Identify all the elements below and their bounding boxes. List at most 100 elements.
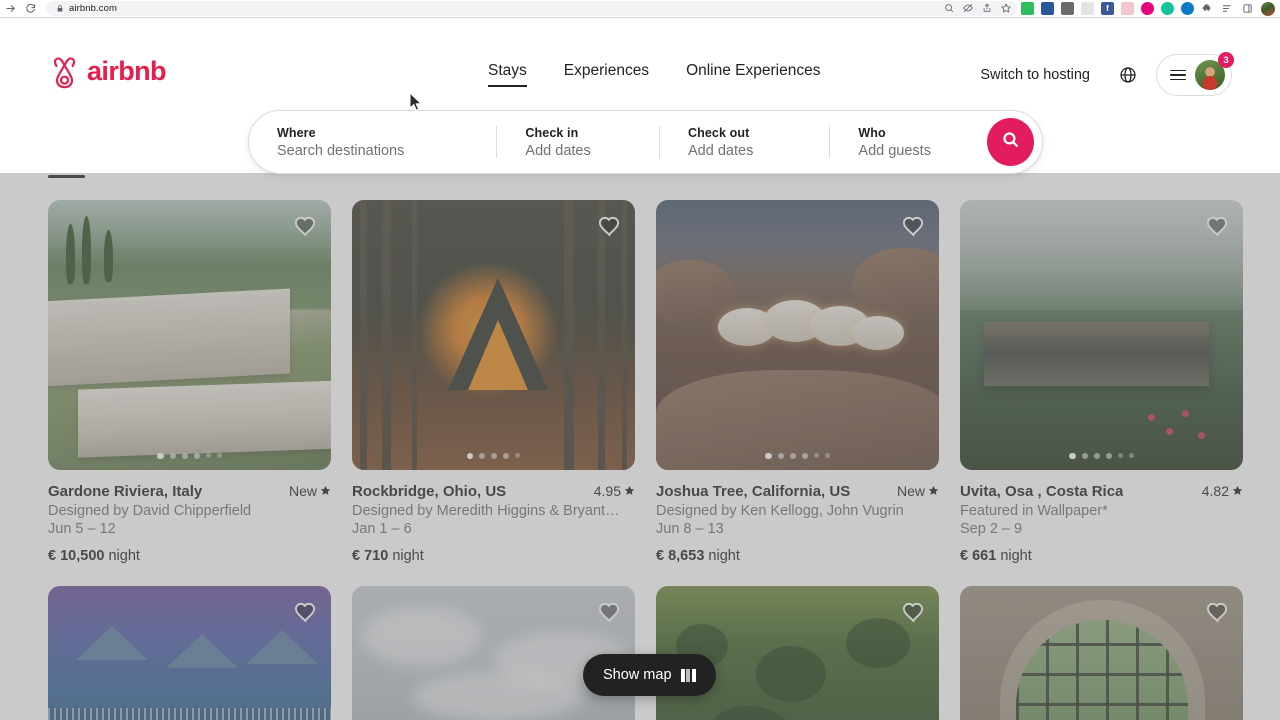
search-who-label: Who (858, 125, 886, 140)
tab-online-experiences[interactable]: Online Experiences (686, 62, 820, 87)
listing-image[interactable] (48, 586, 331, 720)
tab-stays[interactable]: Stays (488, 62, 527, 87)
star-icon (1232, 483, 1243, 499)
listing-image[interactable] (960, 586, 1243, 720)
listing-image[interactable] (656, 200, 939, 470)
reload-icon[interactable] (20, 0, 40, 18)
listing-image[interactable] (352, 586, 635, 720)
listing-image[interactable] (656, 586, 939, 720)
grayscale-extension-icon[interactable] (1061, 2, 1074, 15)
listing-rating: New (889, 483, 939, 499)
search-checkin-label: Check in (525, 125, 579, 140)
magenta-extension-icon[interactable] (1141, 2, 1154, 15)
notification-badge: 3 (1218, 52, 1234, 68)
listing-price: € 661 night (960, 548, 1032, 564)
image-carousel-dots[interactable] (352, 452, 635, 459)
search-checkout-label: Check out (688, 125, 750, 140)
hamburger-menu-icon (1170, 69, 1186, 81)
listing-card[interactable] (48, 586, 331, 720)
listing-dates: Jun 8 – 13 (656, 521, 724, 537)
clock-extension-icon[interactable] (1181, 2, 1194, 15)
search-checkout-value: Add dates (688, 142, 754, 159)
listing-price: € 710 night (352, 548, 424, 564)
listing-rating: New (281, 483, 331, 499)
search-who-value: Add guests (858, 142, 931, 159)
listing-grid: Gardone Riviera, Italy New Designed by D… (48, 200, 1243, 720)
browser-profile-avatar[interactable] (1261, 1, 1275, 16)
address-bar[interactable]: airbnb.com (46, 1, 1017, 16)
favorite-heart-icon[interactable] (597, 600, 621, 624)
favorite-heart-icon[interactable] (597, 214, 621, 238)
favorite-heart-icon[interactable] (901, 214, 925, 238)
show-map-label: Show map (603, 667, 672, 683)
listing-card[interactable]: Joshua Tree, California, US New Designed… (656, 200, 939, 564)
loading-extension-icon[interactable] (1081, 2, 1094, 15)
facebook-extension-icon[interactable]: f (1101, 2, 1114, 15)
search-submit-button[interactable] (987, 118, 1034, 166)
lock-icon (56, 4, 64, 13)
search-bar: Where Search destinations Check in Add d… (248, 110, 1043, 174)
listing-rating: 4.82 (1194, 483, 1243, 499)
reading-list-icon[interactable] (1221, 2, 1234, 15)
eye-slash-icon[interactable] (963, 0, 973, 18)
account-menu-button[interactable]: 3 (1156, 52, 1234, 96)
search-checkin-value: Add dates (525, 142, 591, 159)
tab-experiences[interactable]: Experiences (564, 62, 649, 87)
image-carousel-dots[interactable] (960, 452, 1243, 459)
listing-image[interactable] (352, 200, 635, 470)
listing-dates: Jun 5 – 12 (48, 521, 116, 537)
image-carousel-dots[interactable] (48, 452, 331, 459)
listing-image[interactable] (960, 200, 1243, 470)
listing-title-row: Gardone Riviera, Italy New (48, 483, 331, 500)
listing-title: Joshua Tree, California, US (656, 483, 851, 500)
grammarly-extension-icon[interactable] (1161, 2, 1174, 15)
zoom-icon[interactable] (944, 0, 954, 18)
image-carousel-dots[interactable] (656, 452, 939, 459)
search-checkin-field[interactable]: Check in Add dates (497, 111, 659, 173)
listing-card[interactable] (656, 586, 939, 720)
search-checkout-field[interactable]: Check out Add dates (660, 111, 829, 173)
favorite-heart-icon[interactable] (293, 214, 317, 238)
listing-card[interactable]: Rockbridge, Ohio, US 4.95 Designed by Me… (352, 200, 635, 564)
listing-rating: 4.95 (586, 483, 635, 499)
outlook-extension-icon[interactable] (1041, 2, 1054, 15)
extension-icons: f (1021, 1, 1280, 16)
listing-subtitle: Designed by Ken Kellogg, John Vugrin (656, 503, 904, 519)
puzzle-extensions-icon[interactable] (1201, 2, 1214, 15)
favorite-heart-icon[interactable] (293, 600, 317, 624)
favorite-heart-icon[interactable] (1205, 600, 1229, 624)
listing-card[interactable]: Gardone Riviera, Italy New Designed by D… (48, 200, 331, 564)
share-icon[interactable] (982, 0, 992, 18)
airbnb-belo-icon (48, 54, 81, 89)
search-where-label: Where (277, 125, 316, 140)
browser-toolbar: airbnb.com f (0, 0, 1280, 18)
search-icon (1002, 131, 1019, 153)
map-icon (680, 668, 696, 682)
listing-title: Gardone Riviera, Italy (48, 483, 203, 500)
globe-icon[interactable] (1114, 61, 1142, 89)
main-nav-tabs: Stays Experiences Online Experiences (488, 62, 820, 87)
listing-card[interactable] (960, 586, 1243, 720)
airbnb-logo[interactable]: airbnb (48, 54, 167, 89)
switch-to-hosting-button[interactable]: Switch to hosting (970, 59, 1100, 91)
airbnb-logo-text: airbnb (87, 56, 167, 86)
listing-price: € 10,500 night (48, 548, 140, 564)
listing-image[interactable] (48, 200, 331, 470)
forward-arrow-icon[interactable] (0, 0, 20, 18)
pink-extension-icon[interactable] (1121, 2, 1134, 15)
sidepanel-icon[interactable] (1241, 2, 1254, 15)
search-where-value: Search destinations (277, 142, 405, 159)
favorite-heart-icon[interactable] (1205, 214, 1229, 238)
listing-title-row: Rockbridge, Ohio, US 4.95 (352, 483, 635, 500)
evernote-extension-icon[interactable] (1021, 2, 1034, 15)
show-map-button[interactable]: Show map (583, 654, 716, 696)
star-icon[interactable] (1001, 0, 1011, 18)
listing-price: € 8,653 night (656, 548, 740, 564)
listing-card[interactable] (352, 586, 635, 720)
search-who-field[interactable]: Who Add guests (830, 111, 987, 173)
star-icon (320, 483, 331, 499)
favorite-heart-icon[interactable] (901, 600, 925, 624)
star-icon (624, 483, 635, 499)
search-where-field[interactable]: Where Search destinations (249, 111, 496, 173)
listing-card[interactable]: Uvita, Osa , Costa Rica 4.82 Featured in… (960, 200, 1243, 564)
